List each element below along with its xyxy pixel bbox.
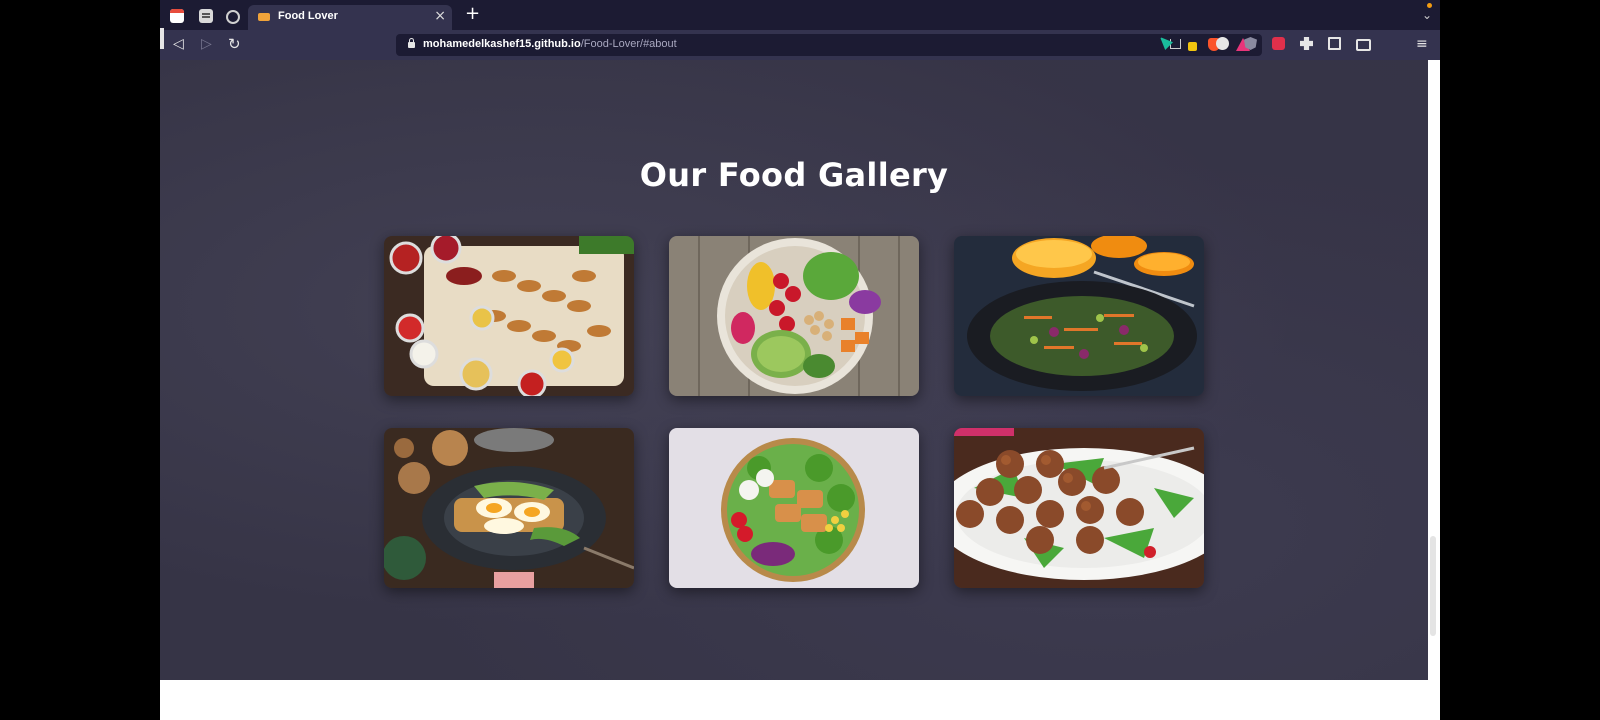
back-icon[interactable]: ◁ xyxy=(173,36,184,52)
section-title: Our Food Gallery xyxy=(639,156,949,194)
tab-title: Food Lover xyxy=(278,10,338,22)
dark-plate-salad-with-orange-juice-image xyxy=(954,236,1204,396)
chevron-down-icon[interactable]: ⌄ xyxy=(1422,8,1432,22)
gallery-image-meatballs[interactable] xyxy=(954,428,1204,588)
gallery-image-dark-plate-salad[interactable] xyxy=(954,236,1204,396)
menu-icon[interactable]: ≡ xyxy=(1416,37,1428,51)
url-path: /Food-Lover/#about xyxy=(580,38,677,50)
reload-icon[interactable]: ↻ xyxy=(228,36,241,52)
gallery-image-chicken-salad-bowl[interactable] xyxy=(669,428,919,588)
grilled-skewers-with-sauces-image xyxy=(384,236,634,396)
close-tab-icon[interactable]: × xyxy=(434,8,446,24)
gallery-image-vegetable-bowl[interactable] xyxy=(669,236,919,396)
egg-avocado-toast-image xyxy=(384,428,634,588)
globe-icon[interactable] xyxy=(226,10,240,24)
vegetable-bowl-with-avocado-image xyxy=(669,236,919,396)
sidebar-icon[interactable] xyxy=(1328,37,1341,50)
url-host: mohamedelkashef15.github.io xyxy=(423,38,581,50)
browser-toolbar: ◁ ▷ ↻ mohamedelkashef15.github.io/Food-L… xyxy=(160,28,1440,61)
tab-food-lover[interactable]: Food Lover × xyxy=(248,5,452,30)
address-bar[interactable]: mohamedelkashef15.github.io/Food-Lover/#… xyxy=(396,34,1262,56)
extension-5-icon[interactable] xyxy=(1272,37,1285,50)
new-tab-button[interactable]: + xyxy=(465,5,480,23)
calendar-icon[interactable] xyxy=(170,9,184,23)
scrollbar-thumb[interactable] xyxy=(1430,536,1436,636)
next-section xyxy=(160,680,1440,720)
document-icon[interactable] xyxy=(199,9,213,23)
chicken-salad-bowl-image xyxy=(669,428,919,588)
forward-icon[interactable]: ▷ xyxy=(201,36,212,52)
food-favicon-icon xyxy=(258,13,270,21)
extension-2-icon[interactable] xyxy=(1188,42,1197,51)
lock-icon xyxy=(408,38,415,48)
gallery-image-grilled-skewers[interactable] xyxy=(384,236,634,396)
share-icon[interactable] xyxy=(1170,39,1181,49)
browser-window: Food Lover × + ⌄ ◁ ▷ ↻ mohamedelkashef15… xyxy=(160,0,1440,720)
tab-strip: Food Lover × + ⌄ xyxy=(160,0,1440,30)
page-content: Our Food Gallery xyxy=(160,60,1428,680)
bookmark-icon[interactable] xyxy=(160,28,164,49)
wallet-icon[interactable] xyxy=(1356,39,1371,51)
scrollbar[interactable] xyxy=(1428,60,1440,680)
url-text[interactable]: mohamedelkashef15.github.io/Food-Lover/#… xyxy=(423,38,677,50)
gallery-image-egg-avocado-toast[interactable] xyxy=(384,428,634,588)
extension-3-icon[interactable] xyxy=(1216,37,1229,50)
puzzle-icon[interactable] xyxy=(1300,37,1313,50)
meatballs-on-greens-image xyxy=(954,428,1204,588)
